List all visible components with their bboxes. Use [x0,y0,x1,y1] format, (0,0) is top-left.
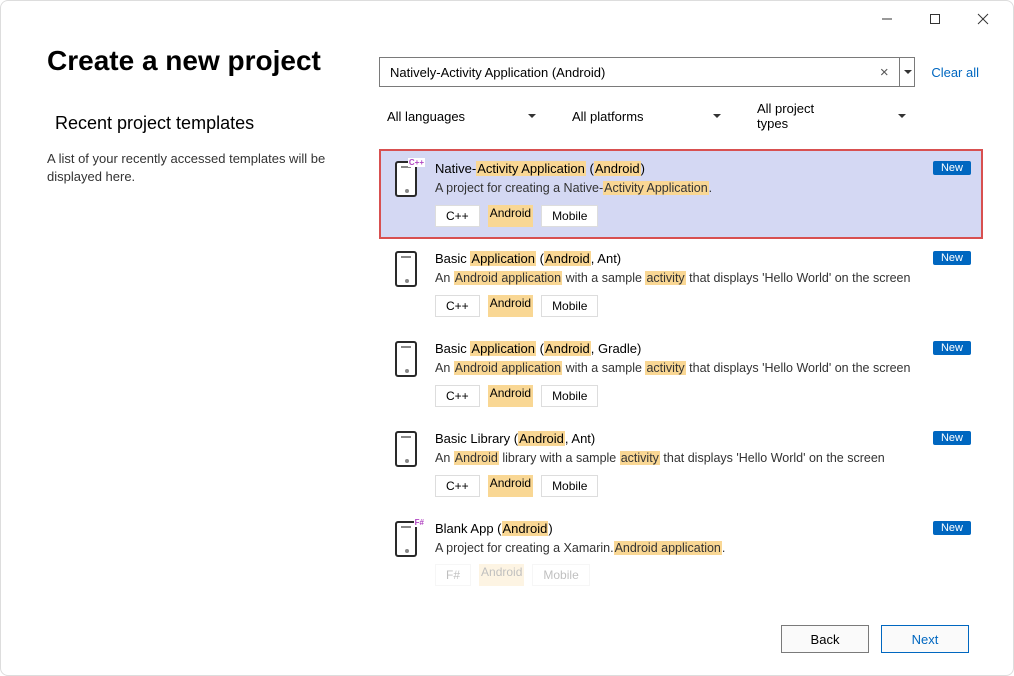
tag: Android [488,295,533,317]
tag: Android [488,475,533,497]
filter-project-type-label: All project types [757,101,848,131]
phone-icon [395,341,421,381]
template-title: Native-Activity Application (Android) [435,161,969,176]
template-item[interactable]: F# Blank App (Android) A project for creat… [379,509,983,599]
search-dropdown-icon[interactable] [899,57,915,87]
template-description: An Android library with a sample activit… [435,450,969,467]
new-badge: New [933,251,971,265]
template-item[interactable]: Basic Application (Android, Ant) An Andro… [379,239,983,329]
filter-platform[interactable]: All platforms [572,101,727,131]
template-title: Blank App (Android) [435,521,969,536]
tag: F# [435,564,471,586]
minimize-button[interactable] [865,5,909,33]
tag: C++ [435,205,480,227]
icon-badge: F# [414,518,425,527]
close-button[interactable] [961,5,1005,33]
template-item[interactable]: Basic Application (Android, Gradle) An An… [379,329,983,419]
recent-templates-description: A list of your recently accessed templat… [47,150,359,186]
new-badge: New [933,161,971,175]
template-item[interactable]: C++ Native-Activity Application (Android)… [379,149,983,239]
tag: C++ [435,385,480,407]
search-box: × [379,57,915,87]
phone-icon [395,251,421,291]
search-clear-icon[interactable]: × [873,57,895,87]
window-titlebar [1,1,1013,37]
page-title: Create a new project [47,45,359,77]
phone-icon: C++ [395,161,421,201]
filter-language[interactable]: All languages [387,101,542,131]
new-badge: New [933,431,971,445]
next-button[interactable]: Next [881,625,969,653]
template-list: C++ Native-Activity Application (Android)… [379,149,983,603]
tag: Android [488,205,533,227]
template-item[interactable]: Basic Library (Android, Ant) An Android l… [379,419,983,509]
filter-platform-label: All platforms [572,109,644,124]
search-input[interactable] [379,57,915,87]
tag: Android [479,564,524,586]
tag: C++ [435,475,480,497]
template-tags: C++ Android Mobile [435,475,969,497]
template-title: Basic Application (Android, Ant) [435,251,969,266]
tag: Android [488,385,533,407]
tag: C++ [435,295,480,317]
template-tags: F# Android Mobile [435,564,969,586]
template-tags: C++ Android Mobile [435,385,969,407]
template-tags: C++ Android Mobile [435,295,969,317]
phone-icon: F# [395,521,421,561]
template-tags: C++ Android Mobile [435,205,969,227]
template-description: An Android application with a sample act… [435,270,969,287]
tag: Mobile [541,295,598,317]
new-badge: New [933,521,971,535]
filter-language-label: All languages [387,109,465,124]
template-title: Basic Application (Android, Gradle) [435,341,969,356]
template-description: A project for creating a Xamarin.Android… [435,540,969,557]
maximize-button[interactable] [913,5,957,33]
clear-all-link[interactable]: Clear all [927,65,983,80]
template-description: A project for creating a Native-Activity… [435,180,969,197]
back-button[interactable]: Back [781,625,869,653]
icon-badge: C++ [408,158,425,167]
tag: Mobile [541,385,598,407]
tag: Mobile [532,564,589,586]
phone-icon [395,431,421,471]
recent-templates-heading: Recent project templates [55,113,359,134]
filter-project-type[interactable]: All project types [757,101,912,131]
template-description: An Android application with a sample act… [435,360,969,377]
tag: Mobile [541,205,598,227]
new-badge: New [933,341,971,355]
tag: Mobile [541,475,598,497]
template-title: Basic Library (Android, Ant) [435,431,969,446]
